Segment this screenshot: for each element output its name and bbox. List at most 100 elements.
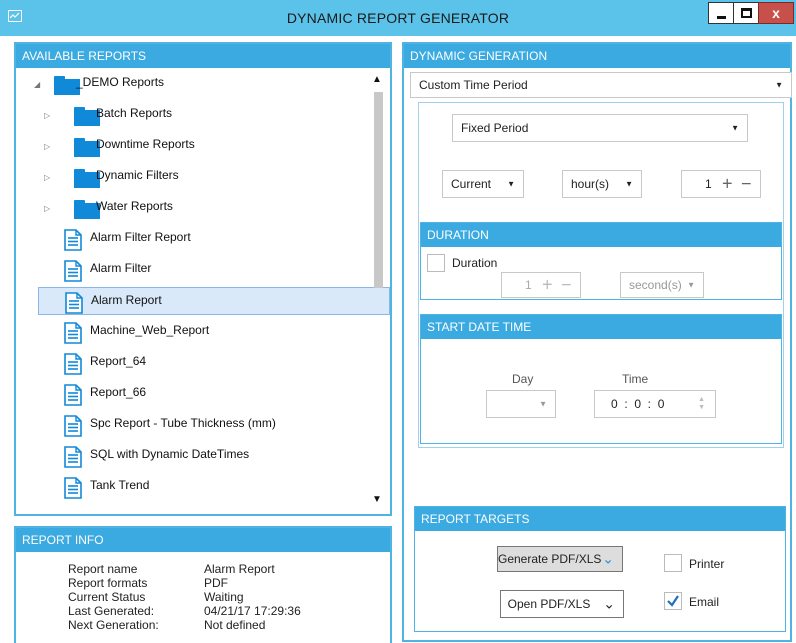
duration-unit-value: second(s) (629, 278, 682, 292)
time-mode-select[interactable]: Custom Time Period ▼ (410, 72, 792, 98)
chevron-down-icon: ▼ (687, 280, 695, 290)
expand-icon[interactable]: ▷ (44, 142, 50, 151)
scroll-up-arrow-icon[interactable]: ▲ (372, 74, 382, 85)
chevron-down-icon: ⌄ (602, 550, 614, 567)
available-reports-header: AVAILABLE REPORTS (16, 44, 390, 68)
chevron-down-icon: ▼ (625, 179, 633, 189)
tree-item[interactable]: ▷ Water Reports (38, 194, 390, 222)
tree-item[interactable]: Tank Trend (38, 473, 390, 501)
count-stepper[interactable]: 1 + − (681, 170, 761, 198)
tree-item-label: Dynamic Filters (96, 168, 179, 182)
unit-select[interactable]: hour(s) ▼ (562, 170, 642, 198)
report-document-icon (64, 477, 82, 499)
printer-checkbox[interactable] (664, 554, 682, 572)
duration-header: DURATION (421, 223, 781, 247)
duration-unit-select[interactable]: second(s) ▼ (620, 272, 704, 298)
tree-item-label: Downtime Reports (96, 137, 195, 151)
tree-item-label: Water Reports (96, 199, 173, 213)
tree-item-label: Machine_Web_Report (90, 323, 210, 337)
collapse-icon[interactable]: ◢ (34, 80, 40, 89)
duration-checkbox[interactable] (427, 254, 445, 272)
tree-item[interactable]: SQL with Dynamic DateTimes (38, 442, 390, 470)
report-document-icon (64, 384, 82, 406)
day-select[interactable]: ▼ (486, 390, 556, 418)
expand-icon[interactable]: ▷ (44, 173, 50, 182)
tree-item-label: Alarm Filter (90, 261, 152, 275)
window-title: DYNAMIC REPORT GENERATOR (286, 10, 510, 26)
time-input[interactable]: 0 : 0 : 0 ▲ ▼ (594, 390, 716, 418)
generate-label: Generate PDF/XLS (498, 552, 602, 566)
tree-item-label: Report_64 (90, 354, 147, 368)
report-document-icon (65, 292, 83, 314)
generate-button[interactable]: Generate PDF/XLS ⌄ (497, 546, 623, 572)
tree-item[interactable]: ◢ _DEMO Reports (34, 70, 390, 98)
start-date-time-panel: START DATE TIME (420, 314, 782, 444)
close-button[interactable]: x (758, 2, 794, 24)
maximize-icon (741, 8, 752, 18)
plus-icon[interactable]: + (722, 174, 733, 195)
spin-icon[interactable]: ▲ ▼ (698, 396, 705, 412)
dynamic-generation-header: DYNAMIC GENERATION (404, 44, 790, 68)
maximize-button[interactable] (733, 2, 759, 24)
plus-icon[interactable]: + (542, 275, 553, 296)
expand-icon[interactable]: ▷ (44, 204, 50, 213)
tree-item[interactable]: Report_64 (38, 349, 390, 377)
scroll-down-arrow-icon[interactable]: ▼ (372, 494, 382, 505)
minus-icon[interactable]: − (561, 275, 572, 296)
tree-item[interactable]: Spc Report - Tube Thickness (mm) (38, 411, 390, 439)
report-info-header: REPORT INFO (16, 528, 390, 552)
info-value: Waiting (204, 590, 244, 604)
report-targets-header: REPORT TARGETS (415, 507, 785, 531)
tree-item[interactable]: Machine_Web_Report (38, 318, 390, 346)
tree-item[interactable]: Alarm Report (38, 287, 390, 315)
tree-item[interactable]: ▷ Batch Reports (38, 101, 390, 129)
chevron-down-icon: ▼ (507, 179, 515, 189)
period-type-select[interactable]: Fixed Period ▼ (452, 114, 748, 142)
day-label: Day (512, 372, 534, 386)
info-value: 04/21/17 17:29:36 (204, 604, 301, 618)
info-value: Not defined (204, 618, 266, 632)
email-checkbox[interactable] (664, 592, 682, 610)
count-value: 1 (705, 177, 712, 191)
tree-item[interactable]: Report_66 (38, 380, 390, 408)
title-bar: DYNAMIC REPORT GENERATOR x (0, 0, 796, 36)
open-button[interactable]: Open PDF/XLS ⌄ (500, 590, 624, 618)
time-label: Time (622, 372, 649, 386)
report-document-icon (64, 446, 82, 468)
tree-item[interactable]: Alarm Filter Report (38, 225, 390, 253)
info-label: Report formats (68, 576, 148, 590)
expand-icon[interactable]: ▷ (44, 111, 50, 120)
minus-icon[interactable]: − (741, 174, 752, 195)
close-icon: x (772, 5, 780, 21)
tree-item-label: Alarm Filter Report (90, 230, 191, 244)
tree-scrollbar[interactable]: ▲ ▼ (370, 72, 386, 512)
report-document-icon (64, 415, 82, 437)
report-tree[interactable]: ◢ _DEMO Reports ▷ Batch Reports ▷ Downtime Re… (34, 70, 390, 514)
tree-item[interactable]: Alarm Filter (38, 256, 390, 284)
printer-label: Printer (689, 557, 725, 571)
unit-value: hour(s) (571, 177, 610, 191)
time-value: 0 : 0 : 0 (611, 397, 665, 411)
tree-item-label: Tank Trend (90, 478, 150, 492)
report-document-icon (64, 322, 82, 344)
report-document-icon (64, 260, 82, 282)
tree-item-label: Alarm Report (91, 293, 162, 307)
tree-item[interactable]: ▷ Dynamic Filters (38, 163, 390, 191)
report-document-icon (64, 229, 82, 251)
tree-item[interactable]: ▷ Downtime Reports (38, 132, 390, 160)
chevron-down-icon: ▼ (731, 123, 739, 133)
info-label: Last Generated: (68, 604, 155, 618)
duration-label: Duration (452, 256, 498, 270)
chevron-down-icon: ▼ (539, 399, 547, 409)
duration-count-stepper[interactable]: 1 + − (501, 272, 581, 298)
minimize-button[interactable] (708, 2, 734, 24)
duration-count-value: 1 (525, 278, 532, 292)
scroll-thumb[interactable] (374, 92, 383, 288)
info-label: Report name (68, 562, 138, 576)
time-mode-value: Custom Time Period (419, 78, 528, 92)
tree-item-label: _DEMO Reports (76, 75, 165, 89)
tree-item-label: Report_66 (90, 385, 147, 399)
info-value: Alarm Report (204, 562, 275, 576)
relative-select[interactable]: Current ▼ (442, 170, 524, 198)
start-date-time-header: START DATE TIME (421, 315, 781, 339)
